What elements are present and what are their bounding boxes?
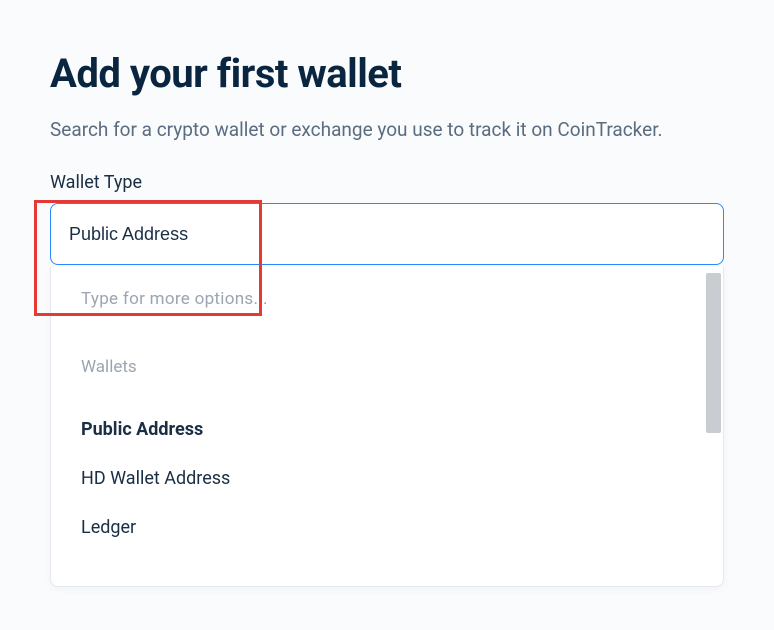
add-wallet-panel: Add your first wallet Search for a crypt… (0, 0, 774, 587)
dropdown-option-hd-wallet[interactable]: HD Wallet Address (81, 454, 693, 503)
page-title: Add your first wallet (50, 50, 724, 97)
scrollbar-thumb[interactable] (706, 273, 721, 433)
wallet-type-dropdown: Type for more options... Wallets Public … (50, 267, 724, 587)
page-subtitle: Search for a crypto wallet or exchange y… (50, 115, 724, 144)
dropdown-hint: Type for more options... (81, 289, 693, 309)
wallet-type-input[interactable] (50, 203, 724, 265)
dropdown-option-ledger[interactable]: Ledger (81, 503, 693, 552)
dropdown-option-public-address[interactable]: Public Address (81, 405, 693, 454)
dropdown-group-label: Wallets (81, 357, 693, 377)
wallet-type-label: Wallet Type (50, 172, 724, 193)
